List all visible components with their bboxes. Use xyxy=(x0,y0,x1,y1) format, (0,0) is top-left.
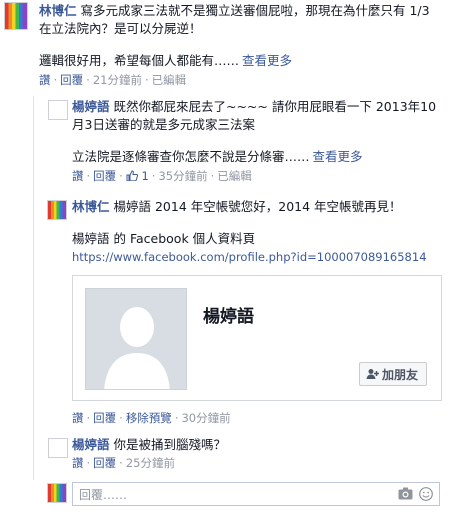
reply-button[interactable]: 回覆 xyxy=(93,456,116,470)
reply-actions: 讚 · 回覆 · 25分鐘前 xyxy=(72,456,175,470)
profile-card-name[interactable]: 楊婷語 xyxy=(203,302,254,327)
default-avatar-image[interactable] xyxy=(85,288,187,390)
reply-3: 楊婷語 你是被捅到腦殘嗎？ 讚 · 回覆 · 25分鐘前 xyxy=(72,436,454,471)
reply-2: 林博仁 楊婷語 2014 年空帳號您好，2014 年空帳號再見！ 楊婷語 的 F… xyxy=(72,198,454,266)
current-user-avatar xyxy=(47,483,67,503)
profile-page-label: 楊婷語 的 Facebook 個人資料頁 xyxy=(72,231,256,246)
timestamp[interactable]: 30分鐘前 xyxy=(181,411,230,425)
edited-label[interactable]: 已編輯 xyxy=(152,73,187,87)
see-more-link[interactable]: 查看更多 xyxy=(242,53,292,68)
like-count[interactable]: 1 xyxy=(126,169,149,183)
comment-text: 寫多元成家三法就不是獨立送審個屁啦，那現在為什麼只有 1/3 xyxy=(76,3,430,18)
comment-text-line2: 在立法院內？是可以分屍逆！ xyxy=(39,21,202,36)
reply-author[interactable]: 楊婷語 xyxy=(72,437,110,452)
add-friend-label: 加朋友 xyxy=(381,367,418,382)
edited-label[interactable]: 已編輯 xyxy=(217,169,252,183)
comment-author[interactable]: 林博仁 xyxy=(39,3,77,18)
timestamp[interactable]: 25分鐘前 xyxy=(126,456,175,470)
reply-button[interactable]: 回覆 xyxy=(60,73,83,87)
thread-line xyxy=(33,96,34,480)
avatar-lin-boren[interactable] xyxy=(4,2,28,30)
camera-icon[interactable] xyxy=(398,487,413,500)
avatar-yang-tingyu[interactable] xyxy=(48,438,68,458)
reply-1: 楊婷語 既然你都屁來屁去了~~~~ 請你用屁眼看一下 2013年10 月3日送審… xyxy=(72,98,454,184)
like-button[interactable]: 讚 xyxy=(72,169,84,183)
reply-author[interactable]: 林博仁 xyxy=(72,199,110,214)
like-button[interactable]: 讚 xyxy=(39,73,51,87)
see-more-link[interactable]: 查看更多 xyxy=(313,149,363,164)
timestamp[interactable]: 21分鐘前 xyxy=(93,73,142,87)
reply-text: 楊婷語 2014 年空帳號您好，2014 年空帳號再見！ xyxy=(109,199,402,214)
reply-text: 既然你都屁來屁去了~~~~ 請你用屁眼看一下 2013年10 xyxy=(109,99,437,114)
comment-1: 林博仁 寫多元成家三法就不是獨立送審個屁啦，那現在為什麼只有 1/3 在立法院內… xyxy=(39,2,454,88)
reply-actions: 讚 · 回覆 · 移除預覽 · 30分鐘前 xyxy=(72,411,231,425)
profile-preview-card[interactable]: 楊婷語 加朋友 xyxy=(72,275,442,401)
reply-author[interactable]: 楊婷語 xyxy=(72,99,110,114)
remove-preview-button[interactable]: 移除預覽 xyxy=(126,411,172,425)
like-button[interactable]: 讚 xyxy=(72,411,84,425)
reply-input-placeholder: 回覆…… xyxy=(79,488,128,502)
reply-button[interactable]: 回覆 xyxy=(93,169,116,183)
like-button[interactable]: 讚 xyxy=(72,456,84,470)
smiley-icon[interactable] xyxy=(419,487,433,501)
reply-button[interactable]: 回覆 xyxy=(93,411,116,425)
thumbs-up-icon xyxy=(126,170,138,182)
reply-text-line3: 立法院是逐條審查你怎麼不說是分條審…… xyxy=(72,149,310,164)
profile-link[interactable]: https://www.facebook.com/profile.php?id=… xyxy=(72,250,427,264)
reply-text-line2: 月3日送審的就是多元成家三法案 xyxy=(72,117,255,132)
avatar-yang-tingyu[interactable] xyxy=(48,100,68,120)
person-silhouette-icon xyxy=(86,289,186,389)
add-friend-icon xyxy=(366,369,379,379)
comment-actions: 讚 · 回覆 · 21分鐘前 · 已編輯 xyxy=(39,73,187,87)
reply-actions: 讚 · 回覆 · 1 · 35分鐘前 · 已編輯 xyxy=(72,169,252,183)
avatar-lin-boren[interactable] xyxy=(47,200,67,220)
timestamp[interactable]: 35分鐘前 xyxy=(158,169,207,183)
reply-text: 你是被捅到腦殘嗎？ xyxy=(109,437,226,452)
comment-text-line3: 邏輯很好用，希望每個人都能有…… xyxy=(39,53,240,68)
add-friend-button[interactable]: 加朋友 xyxy=(358,362,427,386)
reply-input[interactable]: 回覆…… xyxy=(72,482,440,506)
